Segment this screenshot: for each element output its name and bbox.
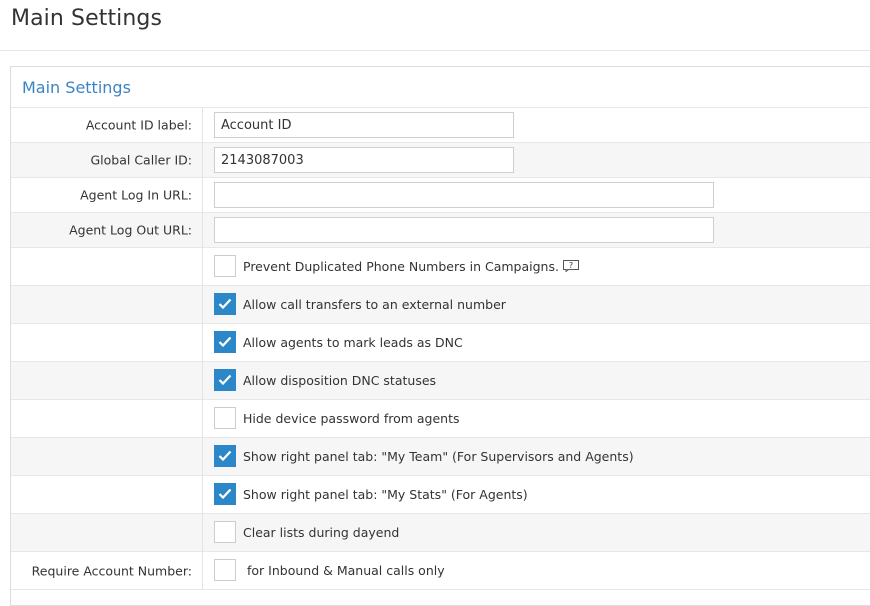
checkmark-icon bbox=[218, 488, 232, 500]
require-account-number-option-label: for Inbound & Manual calls only bbox=[247, 563, 445, 578]
row-account-id-label: Account ID label: bbox=[11, 108, 870, 143]
row-global-caller-id: Global Caller ID: bbox=[11, 143, 870, 178]
row-allow-mark-dnc: Allow agents to mark leads as DNC bbox=[11, 324, 870, 362]
checkmark-icon bbox=[218, 374, 232, 386]
main-settings-panel: Main Settings Account ID label: Global C… bbox=[10, 66, 870, 606]
row-allow-external-transfers: Allow call transfers to an external numb… bbox=[11, 286, 870, 324]
hide-device-password-checkbox[interactable] bbox=[214, 407, 236, 429]
agent-login-url-label: Agent Log In URL: bbox=[80, 187, 192, 203]
clear-lists-dayend-label: Clear lists during dayend bbox=[243, 525, 400, 540]
clear-lists-dayend-checkbox[interactable] bbox=[214, 521, 236, 543]
row-require-account-number: Require Account Number: for Inbound & Ma… bbox=[11, 552, 870, 590]
show-my-team-tab-label: Show right panel tab: "My Team" (For Sup… bbox=[243, 449, 634, 464]
row-agent-logout-url: Agent Log Out URL: bbox=[11, 213, 870, 248]
row-show-my-stats-tab: Show right panel tab: "My Stats" (For Ag… bbox=[11, 476, 870, 514]
page-title: Main Settings bbox=[11, 6, 163, 31]
allow-mark-dnc-label: Allow agents to mark leads as DNC bbox=[243, 335, 463, 350]
prevent-duplicated-phone-numbers-checkbox[interactable] bbox=[214, 255, 236, 277]
row-hide-device-password: Hide device password from agents bbox=[11, 400, 870, 438]
page-header: Main Settings bbox=[0, 0, 870, 51]
global-caller-id-input[interactable] bbox=[214, 147, 514, 173]
allow-external-transfers-label: Allow call transfers to an external numb… bbox=[243, 297, 506, 312]
row-prevent-duplicated-phone-numbers: Prevent Duplicated Phone Numbers in Camp… bbox=[11, 248, 870, 286]
row-clear-lists-dayend: Clear lists during dayend bbox=[11, 514, 870, 552]
agent-logout-url-label: Agent Log Out URL: bbox=[69, 222, 192, 238]
account-id-label-input[interactable] bbox=[214, 112, 514, 138]
allow-dnc-statuses-label: Allow disposition DNC statuses bbox=[243, 373, 437, 388]
question-bubble-icon[interactable]: ? bbox=[563, 260, 579, 272]
show-my-team-tab-checkbox[interactable] bbox=[214, 445, 236, 467]
require-account-number-label: Require Account Number: bbox=[31, 563, 192, 578]
checkmark-icon bbox=[218, 298, 232, 310]
require-account-number-checkbox[interactable] bbox=[214, 559, 236, 581]
checkmark-icon bbox=[218, 450, 232, 462]
allow-dnc-statuses-checkbox[interactable] bbox=[214, 369, 236, 391]
show-my-stats-tab-checkbox[interactable] bbox=[214, 483, 236, 505]
account-id-label-label: Account ID label: bbox=[85, 117, 192, 133]
svg-text:?: ? bbox=[569, 261, 573, 270]
allow-mark-dnc-checkbox[interactable] bbox=[214, 331, 236, 353]
global-caller-id-label: Global Caller ID: bbox=[90, 152, 192, 168]
hide-device-password-label: Hide device password from agents bbox=[243, 411, 460, 426]
row-agent-login-url: Agent Log In URL: bbox=[11, 178, 870, 213]
prevent-duplicated-phone-numbers-label: Prevent Duplicated Phone Numbers in Camp… bbox=[243, 259, 559, 274]
row-allow-dnc-statuses: Allow disposition DNC statuses bbox=[11, 362, 870, 400]
row-show-my-team-tab: Show right panel tab: "My Team" (For Sup… bbox=[11, 438, 870, 476]
agent-login-url-input[interactable] bbox=[214, 182, 714, 208]
agent-logout-url-input[interactable] bbox=[214, 217, 714, 243]
panel-title: Main Settings bbox=[22, 78, 131, 97]
show-my-stats-tab-label: Show right panel tab: "My Stats" (For Ag… bbox=[243, 487, 528, 502]
checkmark-icon bbox=[218, 336, 232, 348]
allow-external-transfers-checkbox[interactable] bbox=[214, 293, 236, 315]
